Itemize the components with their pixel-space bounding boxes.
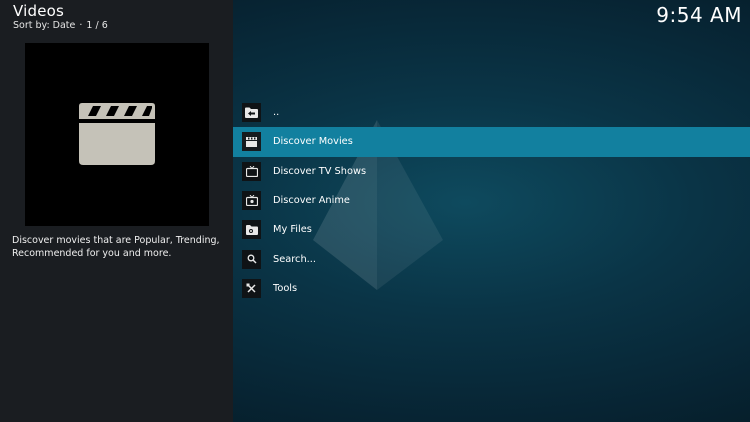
menu-list: .. Discover Movies Discover TV Shows Dis… — [233, 98, 750, 303]
clapperboard-icon — [79, 103, 155, 165]
window-title: Videos — [13, 2, 65, 20]
menu-item-label: My Files — [273, 224, 312, 236]
menu-item-label: .. — [273, 107, 280, 119]
search-icon — [242, 249, 261, 269]
menu-item-label: Search... — [273, 253, 317, 265]
tools-icon — [242, 278, 261, 298]
movies-icon — [242, 132, 261, 152]
menu-item-discover-anime[interactable]: Discover Anime — [233, 186, 750, 215]
menu-item-tools[interactable]: Tools — [233, 274, 750, 303]
menu-item-label: Tools — [273, 282, 298, 294]
item-description: Discover movies that are Popular, Trendi… — [12, 235, 220, 259]
menu-item-label: Discover Movies — [273, 136, 353, 148]
clock: 9:54 AM — [656, 3, 742, 27]
separator: · — [79, 20, 83, 31]
menu-item-discover-movies[interactable]: Discover Movies — [233, 127, 750, 157]
sort-label: Sort by: Date — [13, 20, 76, 31]
sort-status: Sort by: Date · 1 / 6 — [13, 20, 108, 31]
menu-item-search[interactable]: Search... — [233, 244, 750, 273]
thumbnail — [25, 43, 209, 226]
menu-item-discover-tv-shows[interactable]: Discover TV Shows — [233, 157, 750, 186]
folder-back-icon — [242, 103, 261, 123]
menu-item-parent-folder[interactable]: .. — [233, 98, 750, 127]
page-counter: 1 / 6 — [86, 20, 108, 31]
menu-item-my-files[interactable]: My Files — [233, 215, 750, 244]
tv-icon — [242, 161, 261, 181]
files-icon — [242, 220, 261, 240]
menu-item-label: Discover TV Shows — [273, 165, 367, 177]
menu-item-label: Discover Anime — [273, 195, 350, 207]
anime-tv-icon — [242, 191, 261, 211]
